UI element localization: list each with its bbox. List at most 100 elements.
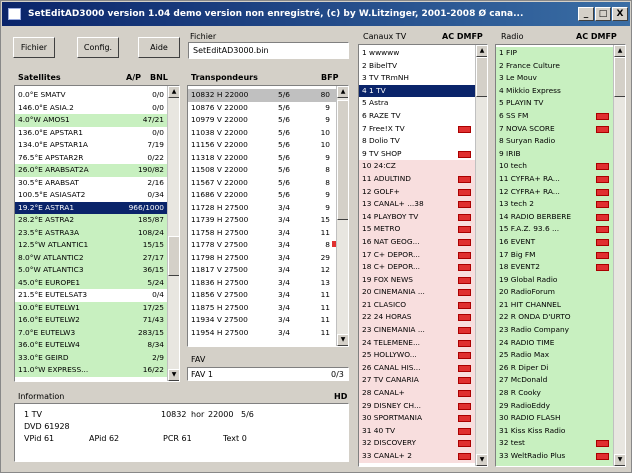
scroll-up-icon[interactable]: ▲ (168, 86, 179, 98)
satellite-row[interactable]: 5.0°W ATLANTIC3 36/15 (15, 264, 167, 277)
close-button[interactable]: X (612, 7, 628, 21)
tv-channel-row[interactable]: 29 DISNEY CH... (359, 399, 475, 413)
scroll-down-icon[interactable]: ▼ (614, 454, 625, 466)
tv-scrollbar[interactable]: ▲ ▼ (475, 45, 487, 466)
satellite-row[interactable]: 36.0°E EUTELW4 8/34 (15, 339, 167, 352)
transponder-row[interactable]: 11875 H 27500 3/4 11 (188, 302, 336, 315)
radio-channel-row[interactable]: 30 RADIO FLASH (496, 412, 613, 425)
tv-channel-row[interactable]: 31 40 TV (359, 424, 475, 438)
tv-channel-row[interactable]: 28 CANAL+ (359, 387, 475, 400)
scroll-thumb[interactable] (337, 100, 348, 220)
satellite-row[interactable]: 8.0°W ATLANTIC2 27/17 (15, 251, 167, 264)
satellite-row[interactable]: 136.0°E APSTAR1 0/0 (15, 127, 167, 140)
radio-channel-row[interactable]: 13 tech 2 (496, 198, 613, 211)
scroll-up-icon[interactable]: ▲ (476, 45, 487, 57)
satellite-row[interactable]: 19.2°E ASTRA1 966/1000 (15, 201, 167, 214)
radio-channel-row[interactable]: 17 Big FM (496, 249, 613, 262)
radio-channel-row[interactable]: 25 Radio Max (496, 349, 613, 362)
tv-channel-row[interactable]: 6 RAZE TV (359, 110, 475, 123)
radio-channel-row[interactable]: 29 RadioEddy (496, 400, 613, 413)
transponder-row[interactable]: 11934 V 27500 3/4 11 (188, 314, 336, 327)
radio-channel-row[interactable]: 1 FIP (496, 47, 613, 60)
config-button[interactable]: Config. (77, 37, 119, 58)
tv-channel-row[interactable]: 9 TV SHOP (359, 148, 475, 161)
satellite-row[interactable]: 11.0°W EXPRESS... 16/22 (15, 364, 167, 377)
radio-channel-row[interactable]: 2 France Culture (496, 60, 613, 73)
scroll-up-icon[interactable]: ▲ (614, 45, 625, 57)
scroll-up-icon[interactable]: ▲ (337, 86, 348, 98)
transponder-row[interactable]: 10979 V 22000 5/6 9 (188, 114, 336, 127)
radio-channel-row[interactable]: 10 tech (496, 160, 613, 173)
minimize-button[interactable]: _ (578, 7, 594, 21)
radio-channel-row[interactable]: 28 R Cooky (496, 387, 613, 400)
radio-channel-row[interactable]: 33 WeltRadio Plus (496, 450, 613, 463)
radio-channel-row[interactable]: 12 CYFRA+ RA... (496, 186, 613, 199)
satellite-row[interactable]: 12.5°W ATLANTIC1 15/15 (15, 239, 167, 252)
transponder-row[interactable]: 11686 V 22000 5/6 9 (188, 189, 336, 202)
satellite-row[interactable]: 10.0°E EUTELW1 17/25 (15, 301, 167, 314)
tv-channel-row[interactable]: 13 CANAL+ ...38 (359, 198, 475, 211)
radio-channel-row[interactable]: 14 RADIO BERBERE (496, 211, 613, 224)
satellite-row[interactable]: 23.5°E ASTRA3A 108/24 (15, 226, 167, 239)
tv-channel-row[interactable]: 25 HOLLYWO... (359, 349, 475, 362)
tv-channel-row[interactable]: 33 CANAL+ 2 (359, 450, 475, 463)
tv-channel-row[interactable]: 14 PLAYBOY TV (359, 210, 475, 224)
transponder-row[interactable]: 10876 V 22000 5/6 9 (188, 102, 336, 115)
scroll-down-icon[interactable]: ▼ (337, 334, 348, 346)
transponder-row[interactable]: 10832 H 22000 5/6 80 (188, 89, 336, 102)
transponder-row[interactable]: 11856 V 27500 3/4 11 (188, 289, 336, 302)
tv-channel-row[interactable]: 18 C+ DEPOR... (359, 261, 475, 274)
file-path-field[interactable]: SetEditAD3000.bin (188, 42, 349, 59)
satellite-row[interactable]: 134.0°E APSTAR1A 7/19 (15, 139, 167, 152)
tv-channel-row[interactable]: 15 METRO (359, 223, 475, 236)
radio-channel-row[interactable]: 18 EVENT2 (496, 261, 613, 274)
radio-channel-row[interactable]: 4 Mikkio Express (496, 85, 613, 98)
scroll-thumb[interactable] (168, 236, 179, 276)
transponder-row[interactable]: 11038 V 22000 5/6 10 (188, 127, 336, 140)
satellite-row[interactable]: 21.5°E EUTELSAT3 0/4 (15, 289, 167, 302)
satellite-row[interactable]: 146.0°E ASIA.2 0/0 (15, 102, 167, 115)
tv-channel-row[interactable]: 24 TELEMENE... (359, 336, 475, 350)
radio-channel-row[interactable]: 15 F.A.Z. 93.6 ... (496, 223, 613, 236)
transponder-row[interactable]: 11739 H 27500 3/4 15 (188, 214, 336, 227)
tv-channel-row[interactable]: 8 Dolio TV (359, 135, 475, 148)
tv-channel-row[interactable]: 4 1 TV (359, 84, 475, 98)
radio-channel-row[interactable]: 26 R Diper Di (496, 362, 613, 375)
radio-channel-row[interactable]: 8 Suryan Radio (496, 135, 613, 148)
satellite-row[interactable]: 16.0°E EUTELW2 71/43 (15, 314, 167, 327)
transponder-row[interactable]: 11954 H 27500 3/4 11 (188, 327, 336, 340)
satellite-row[interactable]: 28.2°E ASTRA2 185/87 (15, 214, 167, 227)
radio-channel-row[interactable]: 23 Radio Company (496, 324, 613, 337)
transponders-scrollbar[interactable]: ▲ ▼ (336, 86, 348, 346)
radio-channel-row[interactable]: 9 IRIB (496, 148, 613, 161)
radio-channel-row[interactable]: 11 CYFRA+ RA... (496, 173, 613, 186)
transponder-row[interactable]: 11798 H 27500 3/4 29 (188, 252, 336, 265)
tv-channel-row[interactable]: 20 CINEMANIA ... (359, 286, 475, 299)
transponder-row[interactable]: 11318 V 22000 5/6 9 (188, 152, 336, 165)
satellite-row[interactable]: 30.5°E ARABSAT 2/16 (15, 177, 167, 190)
satellite-row[interactable]: 76.5°E APSTAR2R 0/22 (15, 152, 167, 165)
satellite-row[interactable]: 33.0°E GEIRD 2/9 (15, 351, 167, 364)
transponder-row[interactable]: 11567 V 22000 5/6 8 (188, 177, 336, 190)
radio-channel-row[interactable]: 3 Le Mouv (496, 72, 613, 85)
tv-channel-row[interactable]: 1 wwwww (359, 47, 475, 60)
tv-channel-row[interactable]: 23 CINEMANIA ... (359, 324, 475, 337)
transponder-row[interactable]: 11817 V 27500 3/4 12 (188, 264, 336, 277)
radio-channel-row[interactable]: 27 McDonald (496, 374, 613, 387)
tv-channel-row[interactable]: 32 DISCOVERY (359, 437, 475, 450)
tv-channel-row[interactable]: 7 Free!X TV (359, 123, 475, 136)
transponder-row[interactable]: 11758 H 27500 3/4 11 (188, 227, 336, 240)
transponder-row[interactable]: 11508 V 22000 5/6 8 (188, 164, 336, 177)
scroll-thumb[interactable] (476, 57, 487, 97)
radio-channel-row[interactable]: 31 Kiss Kiss Radio (496, 425, 613, 438)
satellite-row[interactable]: 45.0°E EUROPE1 5/24 (15, 276, 167, 289)
radio-channel-row[interactable]: 21 HIT CHANNEL (496, 299, 613, 312)
radio-channel-row[interactable]: 24 RADIO TIME (496, 337, 613, 350)
radio-channel-row[interactable]: 22 R ONDA D'URTO (496, 311, 613, 324)
satellite-row[interactable]: 0.0°E SMATV 0/0 (15, 89, 167, 102)
transponder-row[interactable]: 11778 V 27500 3/4 8 (188, 239, 336, 252)
tv-channel-row[interactable]: 26 CANAL HIS... (359, 361, 475, 375)
satellite-row[interactable]: 4.0°W AMOS1 47/21 (15, 114, 167, 127)
tv-channels-list[interactable]: 1 wwwww 2 BibelTV 3 TV TRmNH 4 1 TV 5 Astra 6… (358, 44, 488, 467)
tv-channel-row[interactable]: 21 CLASICO (359, 298, 475, 312)
